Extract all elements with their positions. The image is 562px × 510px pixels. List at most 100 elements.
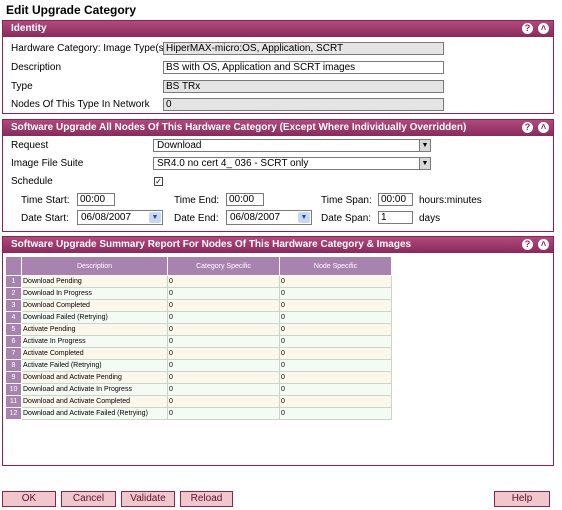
description-cell: Download Pending xyxy=(21,275,168,288)
category-specific-cell: 0 xyxy=(167,347,280,360)
row-number-header xyxy=(5,256,22,276)
upgrade-panel: Software Upgrade All Nodes Of This Hardw… xyxy=(2,119,554,232)
row-number: 6 xyxy=(5,335,22,348)
node-specific-cell: 0 xyxy=(279,335,392,348)
nodes-count-label: Nodes Of This Type In Network xyxy=(11,99,150,110)
time-start-label: Time Start: xyxy=(21,195,70,206)
column-header-category: Category Specific xyxy=(167,256,280,276)
cancel-button[interactable]: Cancel xyxy=(61,491,116,507)
table-row: 10 Download and Activate In Progress 0 0 xyxy=(5,383,392,396)
chevron-down-icon[interactable]: ▼ xyxy=(419,140,430,151)
summary-panel: Software Upgrade Summary Report For Node… xyxy=(2,236,554,466)
help-button[interactable]: Help xyxy=(494,491,550,507)
schedule-checkbox[interactable]: ✓ xyxy=(154,177,163,186)
summary-table-body: 1 Download Pending 0 0 2 Download In Progress… xyxy=(5,275,392,420)
collapse-icon[interactable]: ˄ xyxy=(538,23,549,34)
row-number: 9 xyxy=(5,371,22,384)
type-label: Type xyxy=(11,81,33,92)
table-row: 8 Activate Failed (Retrying) 0 0 xyxy=(5,359,392,372)
date-end-label: Date End: xyxy=(174,213,219,224)
time-span-input[interactable]: 00:00 xyxy=(378,193,413,206)
row-number: 3 xyxy=(5,299,22,312)
hw-category-field: HiperMAX-micro:OS, Application, SCRT xyxy=(163,42,444,55)
button-bar: OK Cancel Validate Reload Help xyxy=(0,488,562,510)
chevron-down-icon[interactable]: ▼ xyxy=(419,158,430,169)
calendar-dropdown-icon[interactable]: ▼ xyxy=(298,212,310,223)
category-specific-cell: 0 xyxy=(167,407,280,420)
row-number: 4 xyxy=(5,311,22,324)
node-specific-cell: 0 xyxy=(279,287,392,300)
suite-select[interactable]: SR4.0 no cert 4_ 036 - SCRT only ▼ xyxy=(153,157,431,170)
date-end-value: 06/08/2007 xyxy=(230,212,281,223)
date-span-input[interactable]: 1 xyxy=(378,211,413,224)
category-specific-cell: 0 xyxy=(167,323,280,336)
node-specific-cell: 0 xyxy=(279,371,392,384)
help-icon[interactable]: ? xyxy=(522,239,533,250)
description-cell: Download and Activate Failed (Retrying) xyxy=(21,407,168,420)
description-cell: Activate In Progress xyxy=(21,335,168,348)
suite-label: Image File Suite xyxy=(11,158,84,169)
node-specific-cell: 0 xyxy=(279,347,392,360)
category-specific-cell: 0 xyxy=(167,311,280,324)
collapse-icon[interactable]: ˄ xyxy=(538,239,549,250)
time-end-label: Time End: xyxy=(174,195,220,206)
description-cell: Activate Pending xyxy=(21,323,168,336)
ok-button[interactable]: OK xyxy=(2,491,56,507)
description-label: Description xyxy=(11,62,62,73)
table-row: 6 Activate In Progress 0 0 xyxy=(5,335,392,348)
node-specific-cell: 0 xyxy=(279,383,392,396)
table-row: 2 Download In Progress 0 0 xyxy=(5,287,392,300)
collapse-icon[interactable]: ˄ xyxy=(538,122,549,133)
identity-panel: Identity ? ˄ Hardware Category: Image Ty… xyxy=(2,20,554,114)
category-specific-cell: 0 xyxy=(167,275,280,288)
row-number: 11 xyxy=(5,395,22,408)
row-number: 7 xyxy=(5,347,22,360)
node-specific-cell: 0 xyxy=(279,359,392,372)
table-row: 5 Activate Pending 0 0 xyxy=(5,323,392,336)
description-cell: Activate Failed (Retrying) xyxy=(21,359,168,372)
date-start-label: Date Start: xyxy=(21,213,69,224)
node-specific-cell: 0 xyxy=(279,275,392,288)
date-end-picker[interactable]: 06/08/2007 ▼ xyxy=(226,210,312,225)
nodes-count-field: 0 xyxy=(163,98,444,111)
table-row: 9 Download and Activate Pending 0 0 xyxy=(5,371,392,384)
type-field: BS TRx xyxy=(163,80,444,93)
request-label: Request xyxy=(11,140,49,151)
category-specific-cell: 0 xyxy=(167,383,280,396)
validate-button[interactable]: Validate xyxy=(121,491,175,507)
description-cell: Activate Completed xyxy=(21,347,168,360)
calendar-dropdown-icon[interactable]: ▼ xyxy=(149,212,161,223)
column-header-description: Description xyxy=(21,256,168,276)
description-cell: Download and Activate Pending xyxy=(21,371,168,384)
table-row: 1 Download Pending 0 0 xyxy=(5,275,392,288)
category-specific-cell: 0 xyxy=(167,395,280,408)
table-header-row: Description Category Specific Node Speci… xyxy=(5,256,392,276)
row-number: 2 xyxy=(5,287,22,300)
help-icon[interactable]: ? xyxy=(522,122,533,133)
row-number: 8 xyxy=(5,359,22,372)
identity-header-title: Identity xyxy=(11,23,47,34)
help-icon[interactable]: ? xyxy=(522,23,533,34)
description-input[interactable]: BS with OS, Application and SCRT images xyxy=(163,61,444,74)
node-specific-cell: 0 xyxy=(279,407,392,420)
description-cell: Download In Progress xyxy=(21,287,168,300)
request-select[interactable]: Download ▼ xyxy=(153,139,431,152)
time-end-input[interactable]: 00:00 xyxy=(226,193,264,206)
row-number: 10 xyxy=(5,383,22,396)
category-specific-cell: 0 xyxy=(167,371,280,384)
reload-button[interactable]: Reload xyxy=(180,491,233,507)
hw-category-label: Hardware Category: Image Type(s) xyxy=(11,43,167,54)
node-specific-cell: 0 xyxy=(279,395,392,408)
schedule-label: Schedule xyxy=(11,176,53,187)
row-number: 12 xyxy=(5,407,22,420)
category-specific-cell: 0 xyxy=(167,335,280,348)
date-start-picker[interactable]: 06/08/2007 ▼ xyxy=(77,210,163,225)
summary-header: Software Upgrade Summary Report For Node… xyxy=(3,237,553,253)
table-row: 3 Download Completed 0 0 xyxy=(5,299,392,312)
time-start-input[interactable]: 00:00 xyxy=(77,193,115,206)
column-header-node: Node Specific xyxy=(279,256,392,276)
identity-header: Identity ? ˄ xyxy=(3,21,553,37)
summary-header-title: Software Upgrade Summary Report For Node… xyxy=(11,239,412,250)
table-row: 7 Activate Completed 0 0 xyxy=(5,347,392,360)
date-span-label: Date Span: xyxy=(321,213,372,224)
